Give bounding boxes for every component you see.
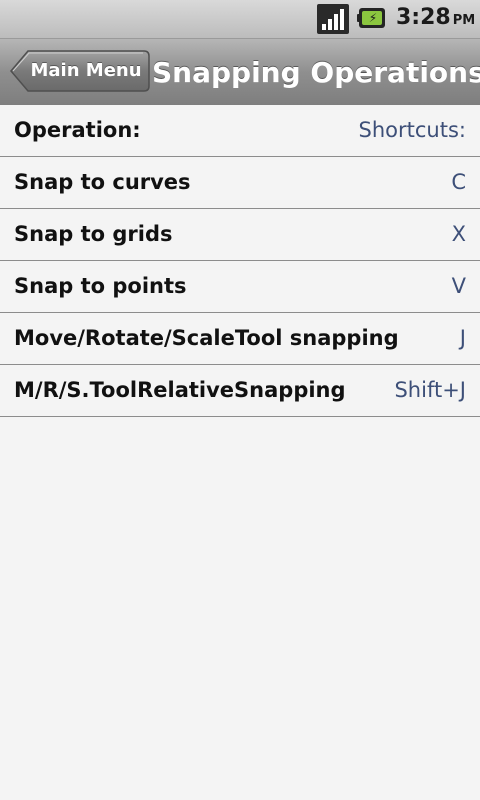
shortcuts-table: Operation: Shortcuts: Snap to curves C S…: [0, 105, 480, 417]
main-menu-back-button[interactable]: Main Menu: [10, 49, 150, 93]
battery-charging-icon: ⚡: [357, 8, 387, 28]
table-row[interactable]: Snap to curves C: [0, 157, 480, 209]
shortcut-key: Shift+J: [394, 378, 466, 402]
shortcut-column-header: Shortcuts:: [358, 118, 466, 142]
shortcut-key: V: [451, 274, 466, 298]
operation-name: Snap to grids: [14, 222, 173, 246]
shortcut-key: J: [459, 326, 466, 350]
status-bar: ⚡ 3:28 PM: [0, 0, 480, 39]
status-clock: 3:28 PM: [396, 5, 475, 33]
signal-bars-icon: [317, 4, 349, 34]
table-row[interactable]: Snap to points V: [0, 261, 480, 313]
operation-column-header: Operation:: [14, 118, 141, 142]
table-header-row: Operation: Shortcuts:: [0, 105, 480, 157]
shortcut-key: X: [451, 222, 466, 246]
table-row[interactable]: Snap to grids X: [0, 209, 480, 261]
clock-time: 3:28: [396, 5, 451, 30]
operation-name: Snap to points: [14, 274, 187, 298]
operation-name: Snap to curves: [14, 170, 191, 194]
operation-name: M/R/S.ToolRelativeSnapping: [14, 378, 346, 402]
operation-name: Move/Rotate/ScaleTool snapping: [14, 326, 399, 350]
title-bar: Main Menu Snapping Operations: [0, 39, 480, 106]
page-title: Snapping Operations: [152, 56, 480, 89]
table-row[interactable]: M/R/S.ToolRelativeSnapping Shift+J: [0, 365, 480, 417]
screen: ⚡ 3:28PM Main Menu Snapping Operations: [0, 0, 480, 800]
clock-ampm: PM: [452, 13, 476, 28]
table-row[interactable]: Move/Rotate/ScaleTool snapping J: [0, 313, 480, 365]
back-button-label: Main Menu: [30, 60, 142, 81]
shortcut-key: C: [451, 170, 466, 194]
